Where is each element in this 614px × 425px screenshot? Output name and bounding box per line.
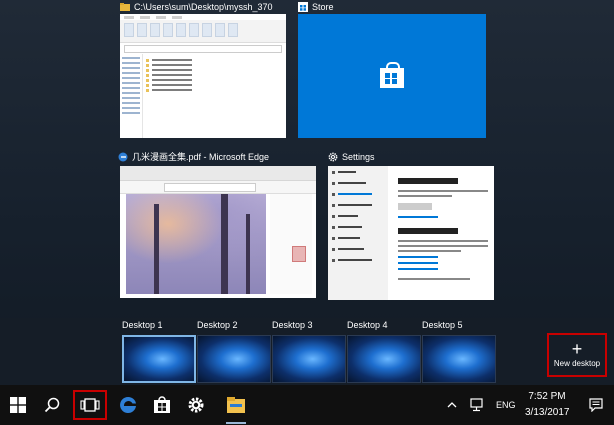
edge-icon (118, 152, 128, 162)
desktop-label: Desktop 4 (347, 320, 388, 330)
language-indicator[interactable]: ENG (496, 400, 516, 410)
desktop-thumbnail[interactable] (422, 335, 496, 383)
new-desktop-label: New desktop (553, 359, 601, 368)
action-center-button[interactable] (578, 385, 614, 425)
window-title: C:\Users\sum\Desktop\myssh_370 (134, 2, 273, 12)
task-view-button[interactable] (73, 390, 107, 420)
settings-taskbar-button[interactable] (178, 385, 214, 425)
search-icon (44, 397, 60, 413)
window-title-bar: C:\Users\sum\Desktop\myssh_370 (120, 0, 273, 14)
desktop-4[interactable]: Desktop 4 (347, 318, 421, 383)
store-icon (154, 396, 170, 413)
folder-icon (120, 3, 130, 11)
address-bar (120, 181, 316, 194)
file-explorer-taskbar-button[interactable] (218, 385, 254, 425)
settings-gear-icon (188, 397, 204, 413)
window-store[interactable]: Store (298, 0, 486, 138)
pdf-page (270, 194, 312, 294)
window-settings[interactable]: Settings (328, 150, 494, 300)
edge-icon (120, 396, 136, 413)
clock-date: 3/13/2017 (525, 407, 570, 418)
start-button[interactable] (0, 385, 36, 425)
show-hidden-icons-button[interactable] (442, 385, 462, 425)
notification-icon (589, 398, 603, 412)
seal-stamp (292, 246, 306, 262)
desktop-thumbnail[interactable] (197, 335, 271, 383)
window-title: Store (312, 2, 334, 12)
navigation-pane (120, 54, 143, 138)
network-button[interactable] (466, 385, 490, 425)
clock[interactable]: 7:52 PM 3/13/2017 (525, 389, 570, 421)
desktop-label: Desktop 5 (422, 320, 463, 330)
pdf-illustration (126, 194, 266, 294)
task-view-icon (80, 398, 100, 412)
desktop-1[interactable]: Desktop 1 (122, 318, 196, 383)
window-title: 几米漫画全集.pdf - Microsoft Edge (132, 152, 270, 162)
desktop-2[interactable]: Desktop 2 (197, 318, 271, 383)
settings-nav (328, 166, 388, 300)
desktop-thumbnail[interactable] (272, 335, 346, 383)
running-indicator (226, 422, 246, 424)
window-thumbnail[interactable] (298, 14, 486, 138)
window-title-bar: Store (298, 0, 334, 14)
window-title-bar: Settings (328, 150, 375, 164)
window-file-explorer[interactable]: C:\Users\sum\Desktop\myssh_370 (120, 0, 286, 138)
window-title: Settings (342, 152, 375, 162)
edge-taskbar-button[interactable] (110, 385, 146, 425)
window-thumbnail[interactable] (120, 166, 316, 298)
ribbon (120, 14, 286, 43)
window-thumbnail[interactable] (328, 166, 494, 300)
desktop-3[interactable]: Desktop 3 (272, 318, 346, 383)
desktop-thumbnail[interactable] (122, 335, 196, 383)
store-bag-icon (380, 62, 404, 88)
desktop-label: Desktop 3 (272, 320, 313, 330)
store-icon (298, 2, 308, 12)
desktop-label: Desktop 2 (197, 320, 238, 330)
taskbar: ENG 7:52 PM 3/13/2017 (0, 385, 614, 425)
virtual-desktops-strip: Desktop 1 Desktop 2 Desktop 3 Desktop 4 … (0, 318, 614, 385)
file-list (146, 56, 282, 94)
desktop-5[interactable]: Desktop 5 (422, 318, 496, 383)
address-bar (124, 45, 282, 53)
clock-time: 7:52 PM (528, 391, 566, 402)
new-desktop-button[interactable]: + New desktop (547, 333, 607, 377)
file-explorer-icon (227, 397, 245, 413)
tab-bar (120, 166, 316, 181)
chevron-up-icon (447, 402, 457, 408)
desktop-label: Desktop 1 (122, 320, 163, 330)
network-icon (470, 398, 483, 412)
windows-start-icon (10, 397, 26, 413)
store-taskbar-button[interactable] (144, 385, 180, 425)
plus-icon: + (571, 339, 583, 359)
desktop-thumbnail[interactable] (347, 335, 421, 383)
window-edge[interactable]: 几米漫画全集.pdf - Microsoft Edge (118, 150, 316, 300)
settings-content (398, 174, 488, 283)
search-button[interactable] (34, 385, 70, 425)
window-title-bar: 几米漫画全集.pdf - Microsoft Edge (118, 150, 269, 164)
gear-icon (328, 152, 338, 162)
window-thumbnail[interactable] (120, 14, 286, 138)
